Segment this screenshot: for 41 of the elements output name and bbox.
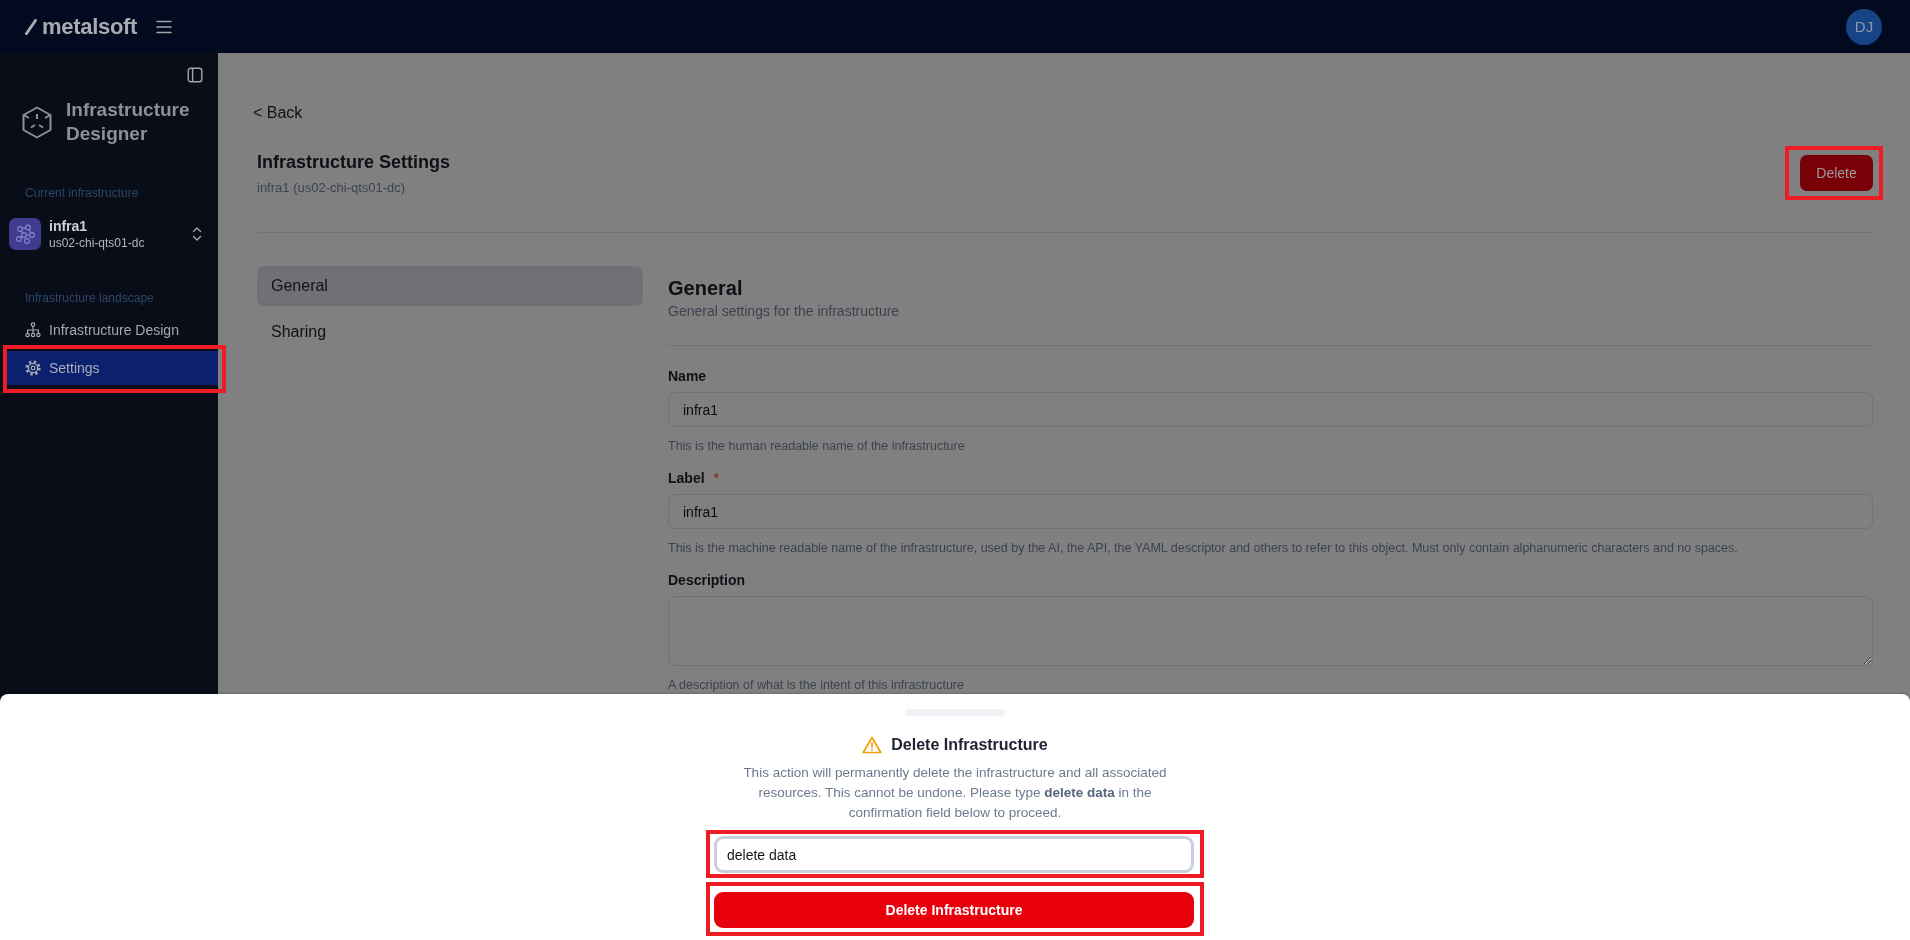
page-subtitle: infra1 (us02-chi-qts01-dc) xyxy=(257,179,407,197)
back-link[interactable]: < Back xyxy=(253,103,303,123)
delete-button[interactable]: Delete xyxy=(1800,155,1873,191)
section-heading: Infrastructure landscape xyxy=(24,290,154,306)
hierarchy-icon xyxy=(25,322,41,338)
menu-icon xyxy=(156,19,173,34)
confirmation-field[interactable]: delete data xyxy=(714,836,1194,873)
help-text: This is the machine readable name of the infrastructure, used by the AI, the API, the YAML descriptor and others to refer to this object. Must only contain alphanumeric characters and no spaces. xyxy=(668,540,1739,557)
settings-icon xyxy=(25,360,41,376)
input-field[interactable]: infra1 xyxy=(668,392,1873,427)
delete-infrastructure-button[interactable]: Delete Infrastructure xyxy=(714,892,1194,928)
sidebar-toggle-button[interactable] xyxy=(187,67,203,83)
app-title: Infrastructure Designer xyxy=(66,98,191,146)
input-field[interactable]: infra1 xyxy=(668,494,1873,529)
slash-icon xyxy=(25,18,37,35)
network-icon xyxy=(9,218,41,250)
user-avatar[interactable]: DJ xyxy=(1846,8,1882,45)
settings-tab[interactable]: General xyxy=(257,266,643,306)
dialog-title: Delete Infrastructure xyxy=(891,735,1048,755)
section-heading: Current infrastructure xyxy=(24,185,139,201)
help-text: A description of what is the intent of this infrastructure xyxy=(668,677,965,694)
menu-button[interactable] xyxy=(156,19,173,34)
settings-tab[interactable]: Sharing xyxy=(257,312,643,352)
help-text: This is the human readable name of the infrastructure xyxy=(668,438,966,455)
sidebar-item[interactable]: Infrastructure Design xyxy=(7,313,218,347)
logo: metalsoft xyxy=(42,13,138,40)
field-label: Label xyxy=(668,469,705,487)
panel-icon xyxy=(187,67,203,83)
section-title: General xyxy=(668,276,744,301)
chevron-updown-icon xyxy=(192,226,202,242)
page-title: Infrastructure Settings xyxy=(257,151,451,173)
infrastructure-selector[interactable]: infra1 us02-chi-qts01-dc xyxy=(9,217,208,251)
cube-icon xyxy=(22,105,52,139)
dialog-message: This action will permanently delete the infrastructure and all associated resources. This cannot be undone. Please type delete data in the confirmation field below to proceed. xyxy=(742,764,1168,822)
textarea-field[interactable] xyxy=(668,596,1873,666)
field-label: Name xyxy=(668,367,707,385)
sidebar-item[interactable]: Settings xyxy=(7,351,218,385)
field-label: Description xyxy=(668,571,745,589)
warning-icon xyxy=(862,736,883,754)
section-subtitle: General settings for the infrastructure xyxy=(668,302,901,320)
required-mark: * xyxy=(713,469,720,487)
